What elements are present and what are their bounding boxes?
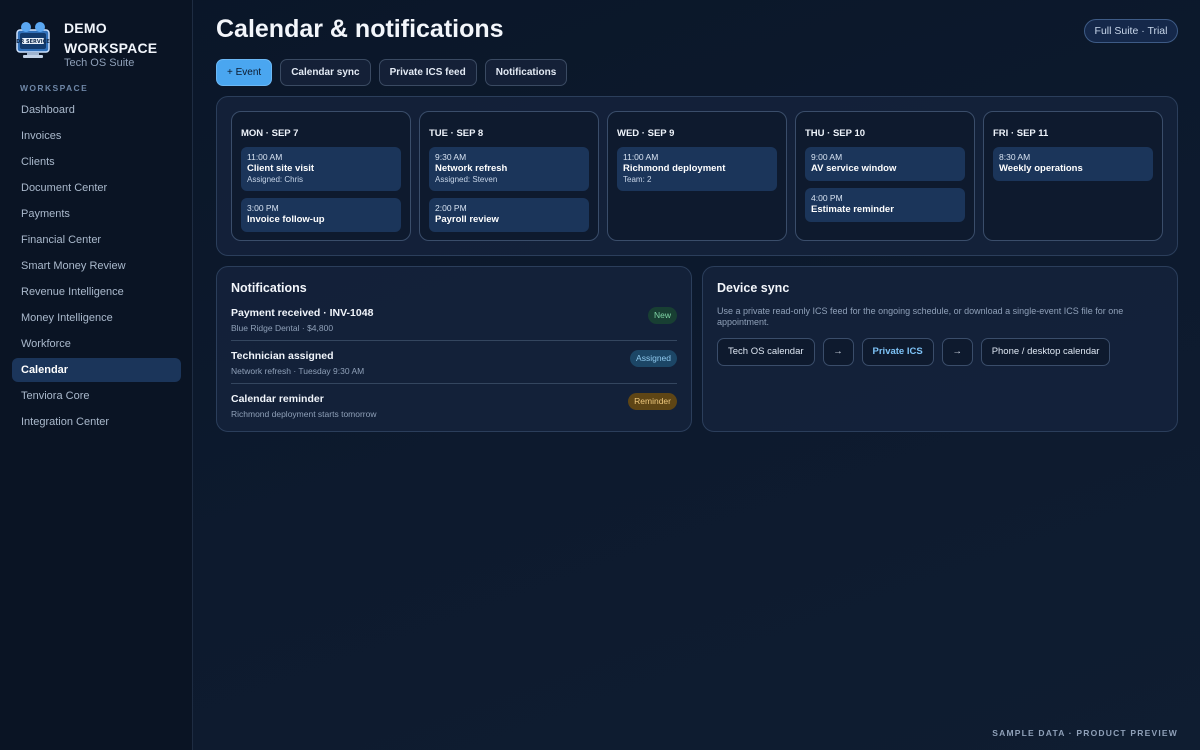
brand: DR SERVICE DEMO WORKSPACE Tech OS Suite — [14, 18, 189, 72]
plan-badge[interactable]: Full Suite · Trial — [1084, 19, 1178, 43]
device-sync-title: Device sync — [717, 281, 790, 295]
sidebar-item-money-intelligence[interactable]: Money Intelligence — [12, 306, 181, 330]
page-title: Calendar & notifications — [216, 15, 504, 43]
sidebar-item-revenue-intelligence[interactable]: Revenue Intelligence — [12, 280, 181, 304]
calendar-event[interactable]: 9:30 AM Network refresh Assigned: Steven — [429, 147, 589, 191]
notification-item[interactable]: Payment received · INV-1048 Blue Ridge D… — [231, 307, 677, 347]
event-title: AV service window — [811, 163, 897, 174]
sidebar-item-document-center[interactable]: Document Center — [12, 176, 181, 200]
day-title: THU · SEP 10 — [805, 128, 866, 139]
event-detail: Assigned: Steven — [435, 175, 498, 184]
event-title: Richmond deployment — [623, 163, 726, 174]
event-detail: Team: 2 — [623, 175, 652, 184]
status-badge-assigned: Assigned — [630, 350, 677, 367]
event-title: Client site visit — [247, 163, 315, 174]
calendar-event[interactable]: 11:00 AM Richmond deployment Team: 2 — [617, 147, 777, 191]
notifications-title: Notifications — [231, 281, 307, 295]
event-time: 4:00 PM — [811, 193, 843, 203]
notifications-panel: Notifications Payment received · INV-104… — [216, 266, 692, 432]
nav-section-label: WORKSPACE — [20, 83, 89, 93]
divider — [231, 383, 677, 384]
workspace-name: DEMO WORKSPACE — [64, 20, 158, 56]
status-badge-reminder: Reminder — [628, 393, 677, 410]
event-time: 8:30 AM — [999, 152, 1031, 162]
day-column-fri: FRI · SEP 11 8:30 AM Weekly operations — [983, 111, 1163, 241]
calendar-event[interactable]: 2:00 PM Payroll review — [429, 198, 589, 232]
private-ics-chip[interactable]: Private ICS — [861, 338, 934, 366]
notification-item[interactable]: Calendar reminder Richmond deployment st… — [231, 393, 677, 433]
notification-title: Calendar reminder — [231, 393, 324, 405]
tech-os-calendar-chip[interactable]: Tech OS calendar — [717, 338, 815, 366]
svg-text:DR SERVICE: DR SERVICE — [16, 39, 50, 45]
event-time: 11:00 AM — [247, 152, 283, 162]
notification-detail: Blue Ridge Dental · $4,800 — [231, 323, 334, 333]
event-time: 3:00 PM — [247, 203, 279, 213]
workspace-logo: DR SERVICE — [14, 20, 52, 60]
action-bar: + Event Calendar sync Private ICS feed N… — [216, 59, 568, 86]
add-event-button[interactable]: + Event — [216, 59, 273, 86]
event-title: Invoice follow-up — [247, 214, 325, 225]
calendar-event[interactable]: 3:00 PM Invoice follow-up — [241, 198, 401, 232]
event-title: Network refresh — [435, 163, 508, 174]
sidebar-item-tenviora-core[interactable]: Tenviora Core — [12, 384, 181, 408]
day-title: WED · SEP 9 — [617, 128, 675, 139]
event-detail: Assigned: Chris — [247, 175, 304, 184]
day-column-mon: MON · SEP 7 11:00 AM Client site visit A… — [231, 111, 411, 241]
divider — [231, 340, 677, 341]
workspace-subtitle: Tech OS Suite — [64, 57, 135, 69]
week-calendar: MON · SEP 7 11:00 AM Client site visit A… — [216, 96, 1178, 256]
day-title: MON · SEP 7 — [241, 128, 299, 139]
device-sync-panel: Device sync Use a private read-only ICS … — [702, 266, 1178, 432]
notification-title: Payment received · INV-1048 — [231, 307, 374, 319]
arrow-right-icon: → — [941, 338, 973, 366]
sidebar-item-financial-center[interactable]: Financial Center — [12, 228, 181, 252]
day-title: TUE · SEP 8 — [429, 128, 484, 139]
event-time: 9:30 AM — [435, 152, 467, 162]
calendar-sync-button[interactable]: Calendar sync — [280, 59, 371, 86]
private-ics-feed-button[interactable]: Private ICS feed — [378, 59, 477, 86]
event-time: 2:00 PM — [435, 203, 467, 213]
calendar-days: MON · SEP 7 11:00 AM Client site visit A… — [231, 111, 1163, 241]
sidebar-item-payments[interactable]: Payments — [12, 202, 181, 226]
day-column-wed: WED · SEP 9 11:00 AM Richmond deployment… — [607, 111, 787, 241]
calendar-event[interactable]: 8:30 AM Weekly operations — [993, 147, 1153, 181]
calendar-event[interactable]: 11:00 AM Client site visit Assigned: Chr… — [241, 147, 401, 191]
day-column-thu: THU · SEP 10 9:00 AM AV service window 4… — [795, 111, 975, 241]
event-time: 9:00 AM — [811, 152, 843, 162]
status-badge-new: New — [647, 307, 677, 324]
sidebar-item-integration-center[interactable]: Integration Center — [12, 410, 181, 434]
notification-item[interactable]: Technician assigned Network refresh · Tu… — [231, 350, 677, 390]
event-title: Weekly operations — [999, 163, 1083, 174]
sidebar-item-clients[interactable]: Clients — [12, 150, 181, 174]
event-title: Estimate reminder — [811, 204, 894, 215]
event-title: Payroll review — [435, 214, 499, 225]
sidebar-item-invoices[interactable]: Invoices — [12, 124, 181, 148]
sidebar-nav: Dashboard Invoices Clients Document Cent… — [12, 98, 181, 436]
phone-desktop-calendar-chip[interactable]: Phone / desktop calendar — [980, 338, 1111, 366]
day-column-tue: TUE · SEP 8 9:30 AM Network refresh Assi… — [419, 111, 599, 241]
sidebar-item-workforce[interactable]: Workforce — [12, 332, 181, 356]
arrow-right-icon: → — [822, 338, 854, 366]
notification-detail: Richmond deployment starts tomorrow — [231, 409, 377, 419]
sidebar-item-dashboard[interactable]: Dashboard — [12, 98, 181, 122]
sidebar-item-calendar[interactable]: Calendar — [12, 358, 181, 382]
sidebar-item-smart-money-review[interactable]: Smart Money Review — [12, 254, 181, 278]
calendar-event[interactable]: 4:00 PM Estimate reminder — [805, 188, 965, 222]
notification-detail: Network refresh · Tuesday 9:30 AM — [231, 366, 365, 376]
notification-title: Technician assigned — [231, 350, 334, 362]
sample-data-footer: SAMPLE DATA · PRODUCT PREVIEW — [992, 728, 1178, 738]
sync-flow: Tech OS calendar → Private ICS → Phone /… — [717, 338, 1111, 366]
sidebar: DR SERVICE DEMO WORKSPACE Tech OS Suite … — [0, 0, 193, 750]
day-title: FRI · SEP 11 — [993, 128, 1049, 139]
event-time: 11:00 AM — [623, 152, 659, 162]
calendar-event[interactable]: 9:00 AM AV service window — [805, 147, 965, 181]
notifications-button[interactable]: Notifications — [484, 59, 568, 86]
device-sync-description: Use a private read-only ICS feed for the… — [717, 306, 1124, 327]
